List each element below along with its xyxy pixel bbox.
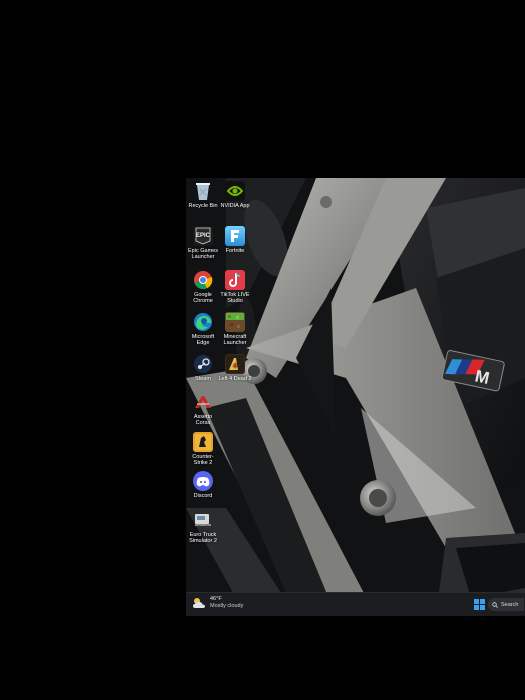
cloud-sun-icon [193,598,205,608]
svg-text:EPIC: EPIC [196,233,211,239]
taskbar: 46°F Mostly cloudy Search [186,592,525,616]
edge-icon [193,312,213,332]
counter-strike-icon [193,432,213,452]
chrome-icon [193,270,213,290]
fortnite-icon [225,226,245,246]
weather-widget[interactable]: 46°F Mostly cloudy [192,596,243,610]
desktop-icon-nvidia-app[interactable]: NVIDIA App [218,181,252,209]
desktop-icon-minecraft-launcher[interactable]: Minecraft Launcher [218,312,252,347]
tiktok-live-icon [225,270,245,290]
svg-text:4: 4 [233,363,237,370]
search-label: Search [501,601,519,608]
desktop-icon-steam[interactable]: Steam [186,354,220,382]
euro-truck-icon [193,510,213,530]
desktop-icon-tiktok-live[interactable]: TikTok LIVE Studio [218,270,252,305]
epic-games-icon: EPIC [193,226,213,246]
desktop-icon-left-4-dead-2[interactable]: 4 Left 4 Dead 2 [218,354,252,382]
weather-condition: Mostly cloudy [210,603,244,609]
desktop-icon-euro-truck-simulator-2[interactable]: Euro Truck Simulator 2 [186,510,220,545]
desktop-icon-assetto-corsa[interactable]: Assetto Corsa [186,392,220,427]
desktop-icon-recycle-bin[interactable]: Recycle Bin [186,181,220,209]
nvidia-icon [225,181,245,201]
weather-temperature: 46°F [210,596,222,602]
desktop-icon-microsoft-edge[interactable]: Microsoft Edge [186,312,220,347]
desktop-icon-google-chrome[interactable]: Google Chrome [186,270,220,305]
monitor-screen: M Recycle Bin NVIDIA App EPIC Epic Games… [186,178,525,616]
desktop-icon-discord[interactable]: Discord [186,471,220,499]
desktop-icon-fortnite[interactable]: Fortnite [218,226,252,254]
assetto-corsa-icon [193,392,213,412]
minecraft-icon [225,312,245,332]
taskbar-search-box[interactable]: Search [488,598,524,611]
start-button[interactable] [474,599,485,610]
discord-icon [193,471,213,491]
desktop-icon-counter-strike-2[interactable]: Counter-Strike 2 [186,432,220,467]
desktop-icon-epic-games[interactable]: EPIC Epic Games Launcher [186,226,220,261]
left4dead-icon: 4 [225,354,245,374]
search-icon [492,601,498,608]
steam-icon [193,354,213,374]
recycle-bin-icon [193,181,213,201]
